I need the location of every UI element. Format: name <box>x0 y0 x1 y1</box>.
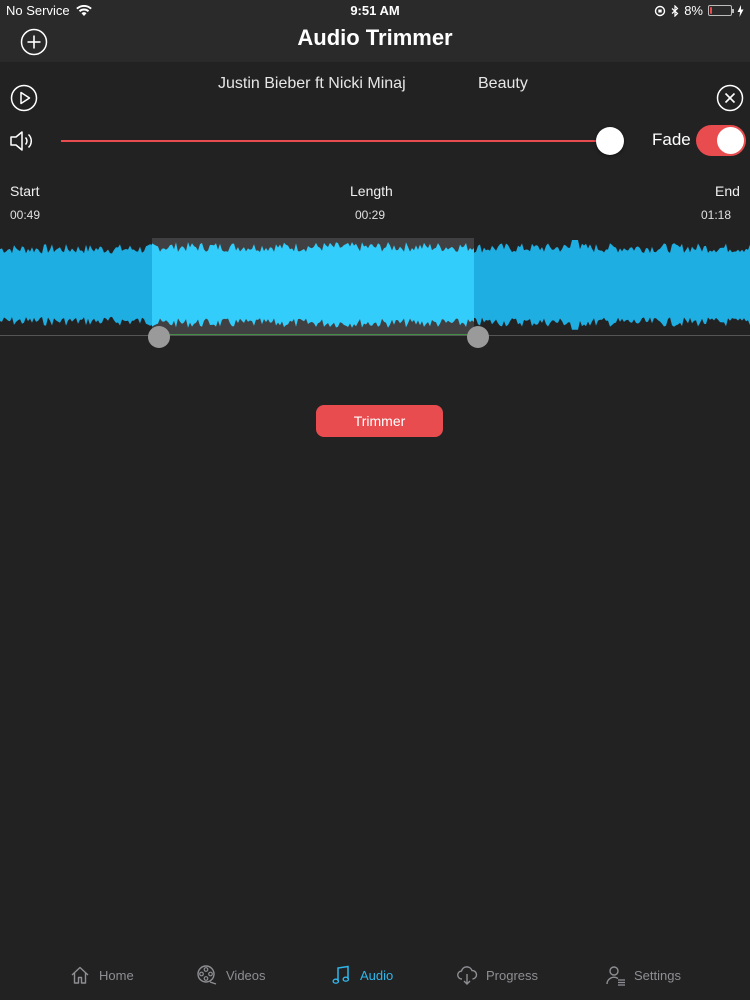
tab-audio[interactable]: Audio <box>330 964 393 986</box>
fade-toggle[interactable] <box>696 125 746 156</box>
track-title: Beauty <box>478 75 528 92</box>
orientation-lock-icon <box>655 5 666 16</box>
waveform-right <box>474 240 750 330</box>
end-time: 01:18 <box>701 208 732 222</box>
tab-audio-label: Audio <box>360 967 394 983</box>
close-icon[interactable] <box>716 84 744 112</box>
waveform-baseline <box>0 335 750 336</box>
fade-toggle-knob <box>717 127 744 154</box>
tab-settings[interactable]: Settings <box>604 964 681 986</box>
tab-home-label: Home <box>99 967 134 983</box>
battery-percent: 8% <box>684 3 703 18</box>
length-label: Length <box>350 183 393 199</box>
status-time: 9:51 AM <box>350 3 400 18</box>
battery-icon <box>708 5 734 16</box>
end-label: End <box>715 183 740 199</box>
cloud-download-icon <box>457 966 478 985</box>
battery-tip <box>732 9 734 13</box>
trim-button[interactable]: Trimmer <box>316 405 443 437</box>
play-icon[interactable] <box>10 84 38 112</box>
charging-bolt-icon <box>737 4 744 17</box>
waveform-selected <box>152 242 474 328</box>
tab-videos[interactable]: Videos <box>196 964 266 986</box>
tab-home[interactable]: Home <box>69 964 134 986</box>
waveform-left <box>0 244 152 326</box>
length-time: 00:29 <box>355 208 386 222</box>
music-note-icon <box>332 965 350 984</box>
nav-bar: Audio Trimmer <box>0 20 750 62</box>
trim-end-handle[interactable] <box>467 326 489 348</box>
track-artist: Justin Bieber ft Nicki Minaj <box>218 75 406 92</box>
volume-slider-track[interactable] <box>61 140 611 142</box>
status-bar: No Service 9:51 AM 8% <box>0 0 750 20</box>
start-time: 00:49 <box>10 208 41 222</box>
tab-progress-label: Progress <box>486 967 539 983</box>
tab-bar: Home Videos Audio Progress Settings <box>0 950 750 1000</box>
film-reel-icon <box>197 965 217 985</box>
tab-progress[interactable]: Progress <box>456 964 538 986</box>
audio-waveform[interactable] <box>0 238 750 338</box>
trim-start-handle[interactable] <box>148 326 170 348</box>
volume-slider-thumb[interactable] <box>596 127 624 155</box>
fade-label: Fade <box>652 130 691 149</box>
user-settings-icon <box>606 966 625 986</box>
battery-level <box>710 7 712 14</box>
tab-videos-label: Videos <box>226 967 266 983</box>
home-icon <box>71 966 89 984</box>
track-title-clip: Beauty <box>478 75 528 93</box>
bluetooth-icon <box>671 4 679 17</box>
start-label: Start <box>10 183 40 199</box>
volume-icon[interactable] <box>8 128 36 154</box>
status-right: 8% <box>654 3 744 18</box>
page-title: Audio Trimmer <box>297 25 453 50</box>
tab-settings-label: Settings <box>634 967 681 983</box>
